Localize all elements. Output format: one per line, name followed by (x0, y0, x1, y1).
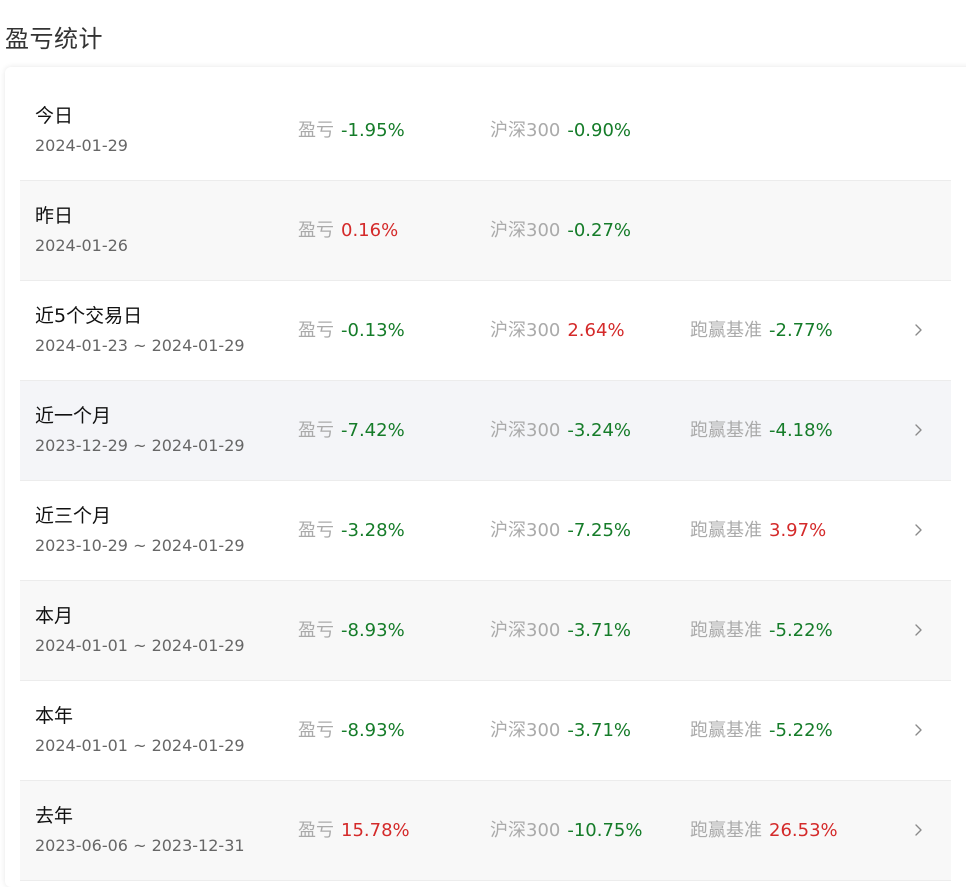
index-value: -10.75% (567, 820, 643, 841)
pnl-metric: 盈亏 -8.93% (298, 618, 405, 644)
beat-benchmark-metric: 跑赢基准 -2.77% (690, 318, 833, 344)
pnl-value: 0.16% (341, 220, 399, 241)
index-value: -0.90% (567, 120, 632, 141)
beat-benchmark-value: 3.97% (769, 520, 827, 541)
index-label: 沪深300 (490, 820, 561, 841)
period-title: 本月 (35, 605, 74, 627)
beat-benchmark-value: -5.22% (769, 720, 833, 741)
period-date: 2023-12-29 ~ 2024-01-29 (35, 436, 245, 455)
beat-benchmark-value: -2.77% (769, 320, 833, 341)
index-value: -3.71% (567, 720, 632, 741)
index-metric: 沪深300 -3.24% (490, 418, 631, 444)
pnl-metric: 盈亏 0.16% (298, 218, 398, 244)
stats-row: 昨日 2024-01-26 盈亏 0.16% 沪深300 -0.27% (20, 181, 951, 281)
pnl-metric: 盈亏 15.78% (298, 818, 410, 844)
index-label: 沪深300 (490, 120, 561, 141)
beat-benchmark-label: 跑赢基准 (690, 520, 762, 541)
stats-row[interactable]: 本年 2024-01-01 ~ 2024-01-29 盈亏 -8.93% 沪深300 -3… (20, 681, 951, 781)
index-value: 2.64% (567, 320, 625, 341)
index-metric: 沪深300 -0.90% (490, 118, 631, 144)
beat-benchmark-label: 跑赢基准 (690, 420, 762, 441)
pnl-label: 盈亏 (298, 420, 334, 441)
index-label: 沪深300 (490, 520, 561, 541)
index-value: -0.27% (567, 220, 632, 241)
pnl-metric: 盈亏 -0.13% (298, 318, 405, 344)
period-title: 昨日 (35, 205, 74, 227)
page-title: 盈亏统计 (5, 25, 103, 53)
beat-benchmark-metric: 跑赢基准 26.53% (690, 818, 838, 844)
stats-row[interactable]: 本月 2024-01-01 ~ 2024-01-29 盈亏 -8.93% 沪深300 -3… (20, 581, 951, 681)
pnl-label: 盈亏 (298, 820, 334, 841)
pnl-value: -3.28% (341, 520, 405, 541)
beat-benchmark-label: 跑赢基准 (690, 820, 762, 841)
index-metric: 沪深300 -0.27% (490, 218, 631, 244)
period-title: 近5个交易日 (35, 305, 143, 327)
index-value: -7.25% (567, 520, 632, 541)
period-date: 2024-01-01 ~ 2024-01-29 (35, 736, 245, 755)
beat-benchmark-metric: 跑赢基准 3.97% (690, 518, 826, 544)
stats-row: 今日 2024-01-29 盈亏 -1.95% 沪深300 -0.90% (20, 81, 951, 181)
pnl-value: -1.95% (341, 120, 405, 141)
index-value: -3.24% (567, 420, 632, 441)
chevron-right-icon[interactable] (910, 319, 928, 341)
period-title: 近一个月 (35, 405, 112, 427)
pnl-value: -7.42% (341, 420, 405, 441)
index-metric: 沪深300 -7.25% (490, 518, 631, 544)
pnl-label: 盈亏 (298, 720, 334, 741)
index-metric: 沪深300 -10.75% (490, 818, 643, 844)
index-value: -3.71% (567, 620, 632, 641)
beat-benchmark-label: 跑赢基准 (690, 620, 762, 641)
index-metric: 沪深300 -3.71% (490, 718, 631, 744)
pnl-label: 盈亏 (298, 320, 334, 341)
chevron-right-icon[interactable] (910, 619, 928, 641)
pnl-metric: 盈亏 -1.95% (298, 118, 405, 144)
index-label: 沪深300 (490, 220, 561, 241)
beat-benchmark-metric: 跑赢基准 -4.18% (690, 418, 833, 444)
beat-benchmark-label: 跑赢基准 (690, 720, 762, 741)
beat-benchmark-value: -5.22% (769, 620, 833, 641)
pnl-label: 盈亏 (298, 120, 334, 141)
pnl-metric: 盈亏 -7.42% (298, 418, 405, 444)
beat-benchmark-metric: 跑赢基准 -5.22% (690, 718, 833, 744)
pnl-metric: 盈亏 -8.93% (298, 718, 405, 744)
pnl-label: 盈亏 (298, 520, 334, 541)
stats-row[interactable]: 近一个月 2023-12-29 ~ 2024-01-29 盈亏 -7.42% 沪深300… (20, 381, 951, 481)
pnl-value: -8.93% (341, 720, 405, 741)
index-label: 沪深300 (490, 720, 561, 741)
beat-benchmark-value: -4.18% (769, 420, 833, 441)
period-title: 去年 (35, 805, 74, 827)
stats-list: 今日 2024-01-29 盈亏 -1.95% 沪深300 -0.90% 昨日 2024-01… (20, 81, 951, 881)
stats-row[interactable]: 近5个交易日 2024-01-23 ~ 2024-01-29 盈亏 -0.13% 沪深3… (20, 281, 951, 381)
period-title: 近三个月 (35, 505, 112, 527)
pnl-value: 15.78% (341, 820, 410, 841)
index-label: 沪深300 (490, 620, 561, 641)
period-title: 今日 (35, 105, 74, 127)
beat-benchmark-metric: 跑赢基准 -5.22% (690, 618, 833, 644)
pnl-label: 盈亏 (298, 620, 334, 641)
period-date: 2023-06-06 ~ 2023-12-31 (35, 836, 245, 855)
period-date: 2024-01-23 ~ 2024-01-29 (35, 336, 245, 355)
chevron-right-icon[interactable] (910, 819, 928, 841)
beat-benchmark-value: 26.53% (769, 820, 838, 841)
index-metric: 沪深300 -3.71% (490, 618, 631, 644)
stats-row[interactable]: 去年 2023-06-06 ~ 2023-12-31 盈亏 15.78% 沪深300 -1… (20, 781, 951, 881)
pnl-label: 盈亏 (298, 220, 334, 241)
chevron-right-icon[interactable] (910, 719, 928, 741)
period-date: 2023-10-29 ~ 2024-01-29 (35, 536, 245, 555)
index-label: 沪深300 (490, 420, 561, 441)
chevron-right-icon[interactable] (910, 419, 928, 441)
index-metric: 沪深300 2.64% (490, 318, 625, 344)
period-date: 2024-01-29 (35, 136, 128, 155)
pnl-metric: 盈亏 -3.28% (298, 518, 405, 544)
beat-benchmark-label: 跑赢基准 (690, 320, 762, 341)
chevron-right-icon[interactable] (910, 519, 928, 541)
pnl-value: -8.93% (341, 620, 405, 641)
period-date: 2024-01-01 ~ 2024-01-29 (35, 636, 245, 655)
pnl-value: -0.13% (341, 320, 405, 341)
period-date: 2024-01-26 (35, 236, 128, 255)
period-title: 本年 (35, 705, 74, 727)
index-label: 沪深300 (490, 320, 561, 341)
stats-row[interactable]: 近三个月 2023-10-29 ~ 2024-01-29 盈亏 -3.28% 沪深300… (20, 481, 951, 581)
